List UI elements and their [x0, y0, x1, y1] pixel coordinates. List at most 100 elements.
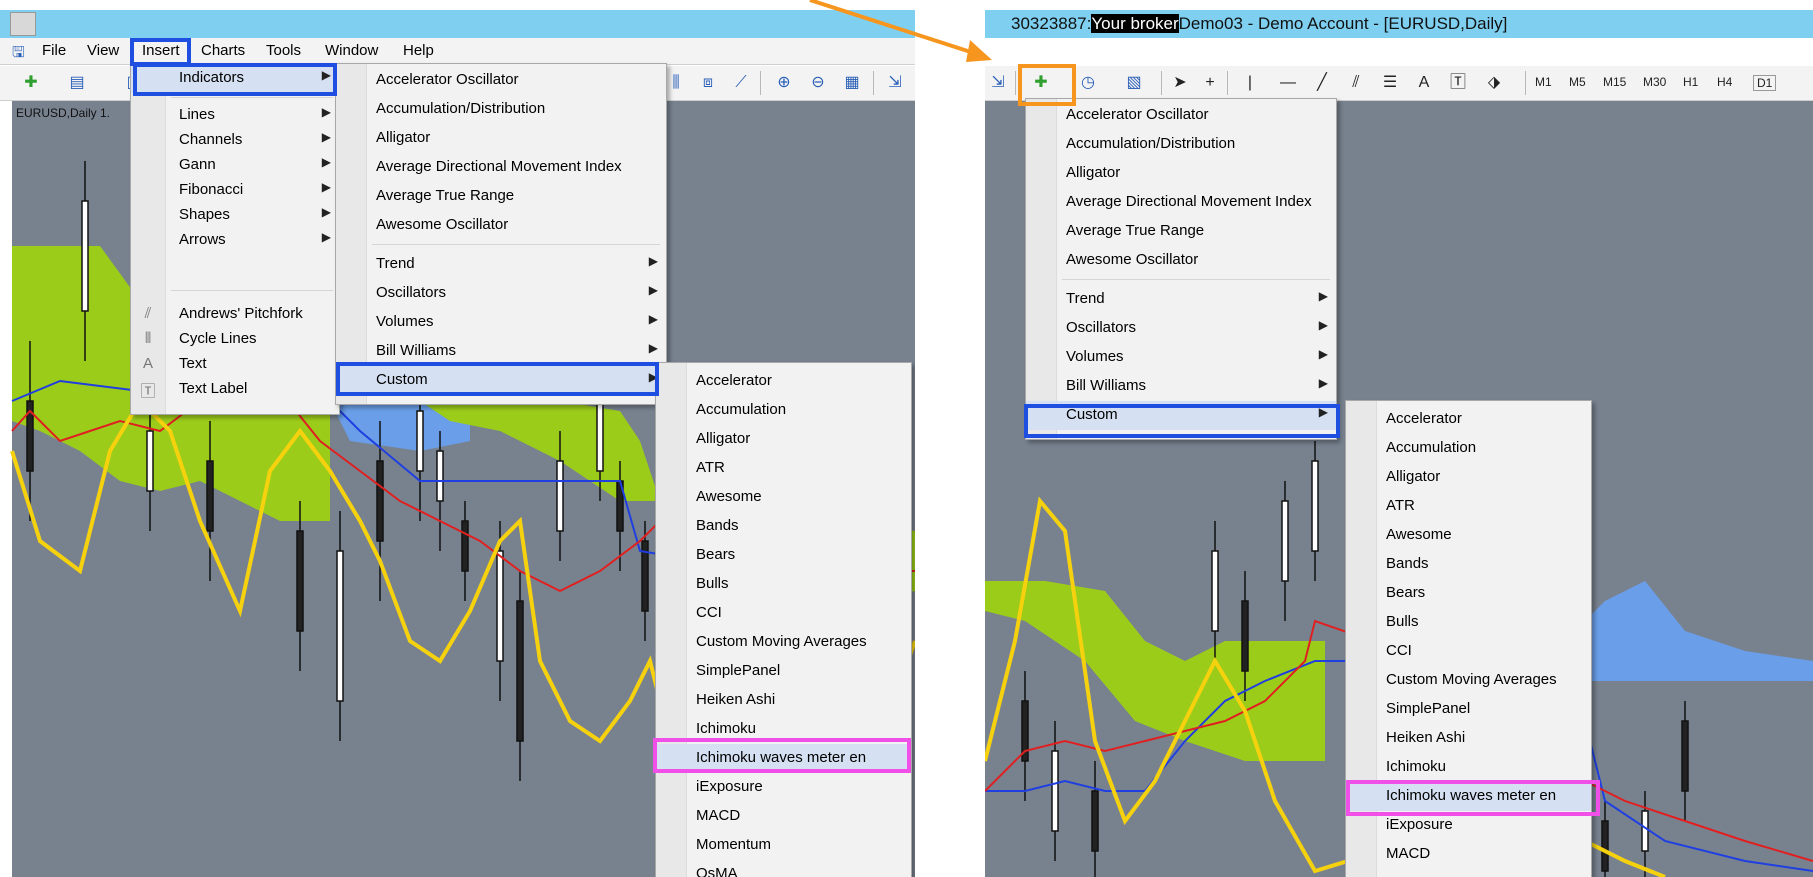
menu-item-atr[interactable]: ATR: [1346, 492, 1591, 521]
menu-item-oscillators[interactable]: Oscillators ▶: [1026, 314, 1336, 343]
menu-item-label: Average True Range: [376, 187, 515, 204]
menu-item-heiken-ashi[interactable]: Heiken Ashi: [1346, 724, 1591, 753]
menu-item-accumulation-distribution[interactable]: Accumulation/Distribution: [1026, 130, 1336, 159]
timeframe-h1[interactable]: H1: [1683, 75, 1698, 89]
menu-item-accumulation[interactable]: Accumulation: [656, 396, 911, 425]
menu-item-momentum[interactable]: Momentum: [656, 831, 911, 860]
menu-item-custom-moving-averages[interactable]: Custom Moving Averages: [1346, 666, 1591, 695]
menu-item-atr[interactable]: ATR: [656, 454, 911, 483]
menu-item-awesome-oscillator[interactable]: Awesome Oscillator: [336, 211, 666, 240]
menu-item-ichimoku[interactable]: Ichimoku: [1346, 753, 1591, 782]
menu-item-label: Accelerator: [1386, 410, 1462, 427]
menu-item-bears[interactable]: Bears: [1346, 579, 1591, 608]
chart-shift-icon[interactable]: ⇲: [884, 72, 906, 94]
left-screenshot: 🖫 File View Insert Charts Tools Window H…: [0, 0, 915, 877]
menu-view[interactable]: View: [87, 42, 119, 59]
equidistant-channel-icon[interactable]: ⫽: [1345, 72, 1367, 94]
menu-item-awesome[interactable]: Awesome: [656, 483, 911, 512]
zoom-out-icon[interactable]: ⊖: [807, 72, 829, 94]
menu-item-label: Momentum: [696, 836, 772, 853]
menu-item-alligator[interactable]: Alligator: [336, 124, 666, 153]
menu-help[interactable]: Help: [403, 42, 434, 59]
menu-item-average-directional-movement-index[interactable]: Average Directional Movement Index: [336, 153, 666, 182]
candlestick-icon[interactable]: ⧈: [697, 72, 719, 94]
text-label-icon[interactable]: 🅃: [1447, 72, 1469, 94]
menu-window[interactable]: Window: [325, 42, 378, 59]
menu-item-awesome-oscillator[interactable]: Awesome Oscillator: [1026, 246, 1336, 275]
menu-item-simplepanel[interactable]: SimplePanel: [656, 657, 911, 686]
menu-file[interactable]: File: [42, 42, 66, 59]
menu-item-trend[interactable]: Trend ▶: [1026, 285, 1336, 314]
menu-item-label: CCI: [1386, 642, 1412, 659]
horizontal-line-icon[interactable]: —: [1277, 72, 1299, 94]
menu-item-volumes[interactable]: Volumes ▶: [1026, 343, 1336, 372]
menu-item-oscillators[interactable]: Oscillators ▶: [336, 279, 666, 308]
menu-item-trend[interactable]: Trend ▶: [336, 250, 666, 279]
menu-item-cci[interactable]: CCI: [1346, 637, 1591, 666]
menu-item-label: SimplePanel: [696, 662, 781, 679]
timeframe-m15[interactable]: M15: [1603, 75, 1626, 89]
menu-item-bands[interactable]: Bands: [1346, 550, 1591, 579]
menu-item-average-directional-movement-index[interactable]: Average Directional Movement Index: [1026, 188, 1336, 217]
periodicity-icon[interactable]: ◷: [1077, 72, 1099, 94]
profiles-icon[interactable]: ▤: [66, 72, 88, 94]
menu-item-alligator[interactable]: Alligator: [1346, 463, 1591, 492]
bar-chart-icon[interactable]: ⫼: [665, 72, 687, 94]
timeframe-m1[interactable]: M1: [1535, 75, 1552, 89]
menu-item-label: Lines: [179, 106, 215, 123]
menu-item-cci[interactable]: CCI: [656, 599, 911, 628]
timeframe-m30[interactable]: M30: [1643, 75, 1666, 89]
menu-item-accelerator-oscillator[interactable]: Accelerator Oscillator: [336, 66, 666, 95]
menu-item-accumulation[interactable]: Accumulation: [1346, 434, 1591, 463]
timeframe-d1[interactable]: D1: [1753, 75, 1777, 91]
menu-item-bulls[interactable]: Bulls: [1346, 608, 1591, 637]
crosshair-icon[interactable]: +: [1199, 72, 1221, 94]
line-chart-icon[interactable]: ⟋: [730, 72, 752, 94]
menu-item-awesome[interactable]: Awesome: [1346, 521, 1591, 550]
menu-separator: [171, 290, 333, 291]
menu-tools[interactable]: Tools: [266, 42, 301, 59]
menu-item-alligator[interactable]: Alligator: [656, 425, 911, 454]
menu-item-label: Arrows: [179, 231, 226, 248]
menu-item-macd[interactable]: MACD: [656, 802, 911, 831]
menu-item-heiken-ashi[interactable]: Heiken Ashi: [656, 686, 911, 715]
menu-item-bands[interactable]: Bands: [656, 512, 911, 541]
menu-item-bears[interactable]: Bears: [656, 541, 911, 570]
fibonacci-icon[interactable]: ☰: [1379, 72, 1401, 94]
menu-charts[interactable]: Charts: [201, 42, 245, 59]
menu-item-label: Accelerator Oscillator: [376, 71, 519, 88]
menu-item-average-true-range[interactable]: Average True Range: [1026, 217, 1336, 246]
tile-windows-icon[interactable]: ▦: [841, 72, 863, 94]
menu-item-iexposure[interactable]: iExposure: [656, 773, 911, 802]
menu-item-label: Trend: [1066, 290, 1105, 307]
menu-item-average-true-range[interactable]: Average True Range: [336, 182, 666, 211]
vertical-line-icon[interactable]: |: [1239, 72, 1261, 94]
timeframe-m5[interactable]: M5: [1569, 75, 1586, 89]
menu-item-accelerator[interactable]: Accelerator: [656, 367, 911, 396]
custom-highlight-box: [336, 362, 659, 396]
arrows-icon[interactable]: ⬗: [1483, 72, 1505, 94]
menu-item-simplepanel[interactable]: SimplePanel: [1346, 695, 1591, 724]
menu-item-macd[interactable]: MACD: [1346, 840, 1591, 869]
menu-item-accumulation-distribution[interactable]: Accumulation/Distribution: [336, 95, 666, 124]
menu-item-alligator[interactable]: Alligator: [1026, 159, 1336, 188]
menu-item-arrows[interactable]: Arrows ▶: [131, 226, 339, 255]
submenu-arrow-icon: ▶: [1318, 376, 1328, 390]
menu-item-text-label[interactable]: 🅃 Text Label: [131, 375, 339, 404]
menu-item-bulls[interactable]: Bulls: [656, 570, 911, 599]
menu-item-label: Gann: [179, 156, 216, 173]
templates-icon[interactable]: ▧: [1123, 72, 1145, 94]
trendline-icon[interactable]: ╱: [1311, 72, 1333, 94]
menu-item-label: Alligator: [1066, 164, 1121, 181]
cursor-icon[interactable]: ➤: [1169, 72, 1191, 94]
new-chart-icon[interactable]: ✚: [20, 72, 42, 94]
menu-item-bill-williams[interactable]: Bill Williams ▶: [1026, 372, 1336, 401]
zoom-in-icon[interactable]: ⊕: [773, 72, 795, 94]
menu-item-custom-moving-averages[interactable]: Custom Moving Averages: [656, 628, 911, 657]
menu-item-osma[interactable]: OsMA: [656, 860, 911, 877]
menu-item-volumes[interactable]: Volumes ▶: [336, 308, 666, 337]
menu-item-accelerator[interactable]: Accelerator: [1346, 405, 1591, 434]
text-icon[interactable]: A: [1413, 72, 1435, 94]
timeframe-h4[interactable]: H4: [1717, 75, 1732, 89]
chart-shift-icon[interactable]: ⇲: [987, 72, 1009, 94]
